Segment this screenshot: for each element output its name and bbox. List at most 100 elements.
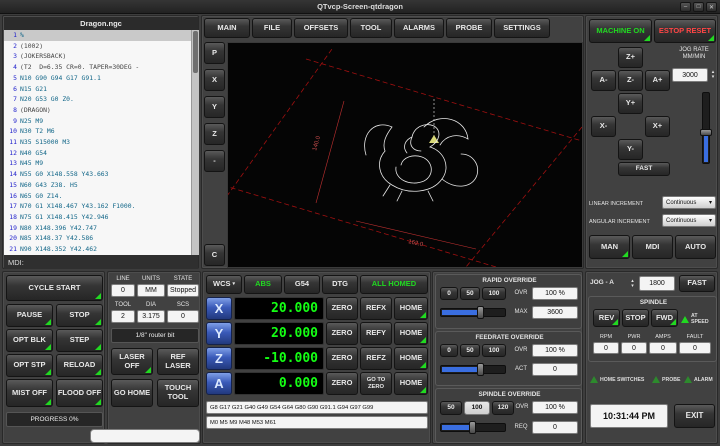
gcode-line[interactable]: 19 N80 X148.396 Y42.747 xyxy=(4,223,191,234)
exit-button[interactable]: EXIT xyxy=(674,404,715,428)
clear-plot-button[interactable]: C xyxy=(204,244,225,266)
tab-tool[interactable]: TOOL xyxy=(350,18,392,38)
gcode-line[interactable]: 4 (T2 D=6.35 CR=0. TAPER=30DEG - xyxy=(4,62,191,73)
linear-increment-select[interactable]: Continuous ▾ xyxy=(662,196,716,209)
jog-rate-slider[interactable] xyxy=(702,92,710,164)
gcode-line[interactable]: 6 N15 G21 xyxy=(4,84,191,95)
spin-down-icon[interactable]: ▾ xyxy=(631,284,634,289)
ref-laser-button[interactable]: REF LASER xyxy=(157,348,199,375)
jog-a-spinner-arrows[interactable]: ▴ ▾ xyxy=(628,276,637,292)
view-y-button[interactable]: Y xyxy=(204,96,225,118)
spin-down-icon[interactable]: ▾ xyxy=(712,75,715,80)
tab-probe[interactable]: PROBE xyxy=(446,18,492,38)
spindle-100-button[interactable]: 100 xyxy=(464,401,490,415)
go-to-zero-button[interactable]: GO TO ZERO xyxy=(360,372,392,395)
gcode-line[interactable]: 1 % xyxy=(4,30,191,41)
gcode-listing[interactable]: 1 % 2 (1002) 3 (JOKERSBACK) 4 (T2 D=6.35… xyxy=(4,30,191,255)
wcs-button[interactable]: WCS ▾ xyxy=(206,275,242,294)
step-button[interactable]: STEP xyxy=(56,329,103,352)
jog-rate-spinner-arrows[interactable]: ▴ ▾ xyxy=(709,68,717,82)
ref-z-button[interactable]: REFZ xyxy=(360,347,392,370)
gcode-scrollbar[interactable] xyxy=(191,30,199,255)
feed-override-slider[interactable] xyxy=(440,365,506,374)
gcode-line[interactable]: 11 N35 S15000 M3 xyxy=(4,137,191,148)
gcode-line[interactable]: 20 N85 X148.37 Y42.586 xyxy=(4,233,191,244)
zero-z-button[interactable]: ZERO xyxy=(326,347,358,370)
zero-y-button[interactable]: ZERO xyxy=(326,322,358,345)
gcode-line[interactable]: 7 N20 G53 G0 Z0. xyxy=(4,94,191,105)
ref-y-button[interactable]: REFY xyxy=(360,322,392,345)
jog-z-plus-button[interactable]: Z+ xyxy=(618,47,643,68)
spindle-stop-button[interactable]: STOP xyxy=(622,309,649,327)
mode-auto-button[interactable]: AUTO xyxy=(675,235,716,259)
g54-button[interactable]: G54 xyxy=(284,275,320,294)
jog-fast-button[interactable]: FAST xyxy=(618,162,670,176)
gcode-line[interactable]: 10 N30 T2 M6 xyxy=(4,126,191,137)
gcode-line[interactable]: 2 (1002) xyxy=(4,41,191,52)
estop-reset-button[interactable]: ESTOP RESET xyxy=(654,19,716,43)
spindle-50-button[interactable]: 50 xyxy=(440,401,462,415)
laser-button[interactable]: LASER OFF xyxy=(111,348,153,375)
feed-100-button[interactable]: 100 xyxy=(482,344,506,357)
gcode-line[interactable]: 13 N45 M9 xyxy=(4,158,191,169)
jog-a-minus-button[interactable]: A- xyxy=(591,70,616,91)
spindle-slider-handle[interactable] xyxy=(469,421,476,434)
spindle-override-slider[interactable] xyxy=(440,423,506,432)
zero-a-button[interactable]: ZERO xyxy=(326,372,358,395)
mode-mdi-button[interactable]: MDI xyxy=(632,235,673,259)
rapid-100-button[interactable]: 100 xyxy=(482,287,506,300)
flood-button[interactable]: FLOOD OFF xyxy=(56,379,103,407)
zoom-out-button[interactable]: - xyxy=(204,150,225,172)
axis-z-button[interactable]: Z xyxy=(206,347,232,370)
view-perspective-button[interactable]: P xyxy=(204,42,225,64)
home-a-button[interactable]: HOME xyxy=(394,372,428,395)
gcode-line[interactable]: 21 N90 X148.352 Y42.462 xyxy=(4,244,191,255)
tab-main[interactable]: MAIN xyxy=(204,18,250,38)
close-icon[interactable]: ✕ xyxy=(706,2,717,12)
abs-button[interactable]: ABS xyxy=(244,275,282,294)
go-home-button[interactable]: GO HOME xyxy=(111,379,153,407)
axis-a-button[interactable]: A xyxy=(206,372,232,395)
preview-3d-view[interactable]: 140.0 162.0 xyxy=(227,42,583,268)
gcode-line[interactable]: 15 N60 G43 Z38. H5 xyxy=(4,180,191,191)
jog-rate-slider-handle[interactable] xyxy=(700,129,712,136)
gcode-line[interactable]: 3 (JOKERSBACK) xyxy=(4,51,191,62)
tab-offsets[interactable]: OFFSETS xyxy=(294,18,348,38)
feed-0-button[interactable]: 0 xyxy=(440,344,458,357)
mist-button[interactable]: MIST OFF xyxy=(6,379,53,407)
jog-y-plus-button[interactable]: Y+ xyxy=(618,93,643,114)
zero-x-button[interactable]: ZERO xyxy=(326,297,358,320)
axis-y-button[interactable]: Y xyxy=(206,322,232,345)
home-x-button[interactable]: HOME xyxy=(394,297,428,320)
gcode-line[interactable]: 18 N75 G1 X148.415 Y42.946 xyxy=(4,212,191,223)
rapid-50-button[interactable]: 50 xyxy=(460,287,480,300)
maximize-icon[interactable]: □ xyxy=(693,2,704,12)
mdi-bar[interactable]: MDI: xyxy=(4,255,198,269)
view-x-button[interactable]: X xyxy=(204,69,225,91)
feed-slider-handle[interactable] xyxy=(477,363,484,376)
gcode-line[interactable]: 8 (DRAGON) xyxy=(4,105,191,116)
gcode-line[interactable]: 17 N70 G1 X148.467 Y43.162 F1000. xyxy=(4,201,191,212)
spindle-rev-button[interactable]: REV xyxy=(593,309,620,327)
jog-x-minus-button[interactable]: X- xyxy=(591,116,616,137)
jog-a-plus-button[interactable]: A+ xyxy=(645,70,670,91)
axis-x-button[interactable]: X xyxy=(206,297,232,320)
jog-x-plus-button[interactable]: X+ xyxy=(645,116,670,137)
mode-manual-button[interactable]: MAN xyxy=(589,235,630,259)
spindle-fwd-button[interactable]: FWD xyxy=(651,309,678,327)
jog-z-minus-button[interactable]: Z- xyxy=(618,70,643,91)
dtg-button[interactable]: DTG xyxy=(322,275,358,294)
tab-settings[interactable]: SETTINGS xyxy=(494,18,550,38)
gcode-line[interactable]: 5 N10 G90 G94 G17 G91.1 xyxy=(4,73,191,84)
gcode-line[interactable]: 16 N65 G0 Z14. xyxy=(4,191,191,202)
angular-increment-select[interactable]: Continuous ▾ xyxy=(662,214,716,227)
tab-alarms[interactable]: ALARMS xyxy=(394,18,444,38)
jog-y-minus-button[interactable]: Y- xyxy=(618,139,643,160)
gcode-line[interactable]: 14 N55 G0 X148.558 Y43.663 xyxy=(4,169,191,180)
cycle-start-button[interactable]: CYCLE START xyxy=(6,275,103,301)
touch-tool-button[interactable]: TOUCH TOOL xyxy=(157,379,199,407)
optional-block-button[interactable]: OPT BLK xyxy=(6,329,53,352)
tab-file[interactable]: FILE xyxy=(252,18,292,38)
home-y-button[interactable]: HOME xyxy=(394,322,428,345)
jog-a-fast-button[interactable]: FAST xyxy=(679,275,715,292)
